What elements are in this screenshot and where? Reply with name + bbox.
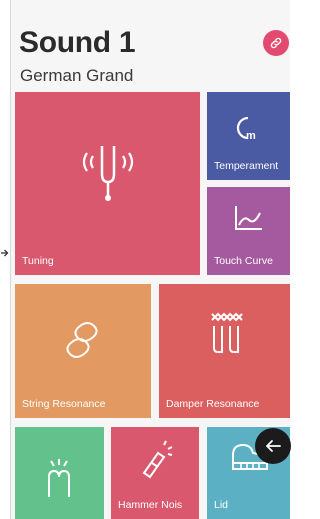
hammer-strike-icon bbox=[48, 459, 70, 497]
tile-damper-resonance[interactable]: Damper Resonance bbox=[159, 284, 290, 418]
damper-icon bbox=[211, 312, 243, 353]
tile-label: Lid bbox=[214, 499, 229, 511]
tile-label: String Resonance bbox=[22, 398, 106, 410]
side-handle-arrow[interactable] bbox=[0, 245, 10, 261]
tile-label: Damper Resonance bbox=[166, 398, 260, 410]
hammer-icon bbox=[142, 440, 173, 479]
back-fab-button[interactable] bbox=[255, 428, 291, 464]
tile-tuning[interactable]: Tuning bbox=[15, 92, 200, 275]
link-button[interactable] bbox=[263, 30, 289, 56]
chart-curve-icon bbox=[235, 206, 262, 230]
arrow-left-icon bbox=[266, 440, 281, 452]
tile-label: Hammer Nois bbox=[118, 499, 183, 511]
tile-hammer-noise[interactable]: Hammer Nois bbox=[111, 427, 199, 519]
string-icon bbox=[66, 322, 98, 358]
tile-hammer-strike[interactable] bbox=[15, 427, 104, 519]
tuning-fork-icon bbox=[82, 146, 134, 201]
temperament-icon: m bbox=[236, 116, 256, 142]
page-title: Sound 1 bbox=[19, 26, 136, 59]
sound-subtitle: German Grand bbox=[20, 66, 134, 85]
tile-label: Touch Curve bbox=[214, 255, 273, 267]
tile-label: Tuning bbox=[22, 255, 54, 267]
tile-touch-curve[interactable]: Touch Curve bbox=[207, 187, 290, 275]
tile-label: Temperament bbox=[214, 160, 279, 172]
tile-string-resonance[interactable]: String Resonance bbox=[15, 284, 151, 418]
link-icon bbox=[270, 37, 282, 49]
arrow-right-icon bbox=[1, 249, 9, 257]
tile-temperament[interactable]: m Temperament bbox=[207, 92, 290, 180]
svg-text:m: m bbox=[246, 130, 256, 142]
sound-panel: Sound 1 German Grand Tuning m Temperamen… bbox=[10, 0, 290, 519]
